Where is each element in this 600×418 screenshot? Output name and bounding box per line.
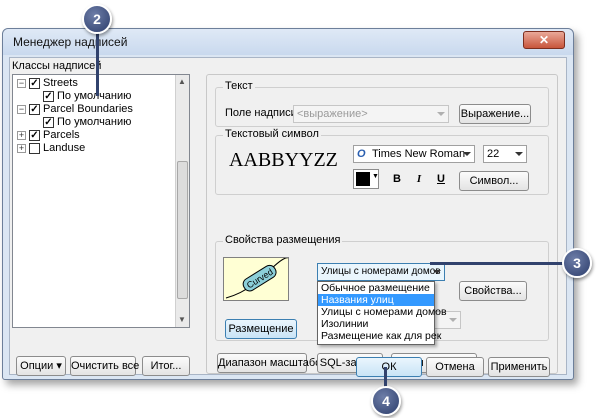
text-group-title: Текст bbox=[223, 80, 255, 92]
color-swatch bbox=[356, 172, 370, 186]
symbol-preview: AABBYYZZ bbox=[229, 149, 338, 171]
font-combo[interactable]: O Times New Roman bbox=[353, 145, 475, 163]
parcels-checkbox[interactable]: ✓ bbox=[29, 130, 40, 141]
tree-item-streets[interactable]: Streets bbox=[43, 77, 78, 89]
label-classes-tree[interactable]: − ✓ Streets ✓ По умолчанию − ✓ Parcel Bo… bbox=[12, 74, 190, 328]
tree-item-parcel-boundaries[interactable]: Parcel Boundaries bbox=[43, 103, 133, 115]
chevron-down-icon: ▼ bbox=[372, 173, 379, 180]
curved-line-icon: Curved bbox=[225, 257, 291, 299]
tree-item-parcel-boundaries-default[interactable]: По умолчанию bbox=[57, 116, 131, 128]
placement-style-combo[interactable]: Улицы с номерами домов bbox=[317, 263, 445, 281]
placement-properties-title: Свойства размещения bbox=[223, 234, 343, 246]
chevron-down-icon bbox=[437, 112, 445, 116]
options-button[interactable]: Опции ▾ bbox=[16, 356, 66, 376]
placement-button[interactable]: Размещение bbox=[225, 319, 297, 339]
apply-button[interactable]: Применить bbox=[488, 357, 550, 377]
label-manager-window: Менеджер надписей ✕ Классы надписей − ✓ … bbox=[2, 28, 574, 380]
close-button[interactable]: ✕ bbox=[523, 31, 565, 49]
expand-icon[interactable]: + bbox=[17, 131, 26, 140]
scrollbar-thumb[interactable] bbox=[177, 161, 188, 299]
tree-scrollbar[interactable]: ▲ ▼ bbox=[175, 75, 189, 327]
collapse-icon[interactable]: − bbox=[17, 105, 26, 114]
landuse-checkbox[interactable] bbox=[29, 143, 40, 154]
window-title: Менеджер надписей bbox=[13, 35, 128, 49]
chevron-down-icon bbox=[515, 152, 523, 156]
label-field-caption: Поле надписи: bbox=[225, 107, 300, 119]
expression-button[interactable]: Выражение... bbox=[459, 104, 531, 124]
summary-button[interactable]: Итог... bbox=[142, 356, 190, 376]
tree-item-streets-default[interactable]: По умолчанию bbox=[57, 90, 131, 102]
symbol-button[interactable]: Символ... bbox=[459, 171, 529, 191]
bold-button[interactable]: B bbox=[387, 169, 407, 189]
dropdown-option-street-addresses[interactable]: Улицы с номерами домов bbox=[318, 306, 447, 318]
streets-default-checkbox[interactable]: ✓ bbox=[43, 91, 54, 102]
label-classes-caption: Классы надписей bbox=[12, 60, 102, 72]
callout-badge: 4 bbox=[371, 386, 401, 416]
close-icon: ✕ bbox=[538, 33, 550, 47]
callout-line bbox=[430, 262, 570, 265]
dropdown-option-regular[interactable]: Обычное размещение bbox=[318, 282, 434, 294]
parcel-boundaries-default-checkbox[interactable]: ✓ bbox=[43, 117, 54, 128]
chevron-down-icon: ▾ bbox=[56, 360, 62, 372]
chevron-down-icon bbox=[463, 152, 471, 156]
font-type-icon: O bbox=[357, 148, 366, 160]
text-symbol-group-title: Текстовый символ bbox=[223, 128, 321, 140]
scroll-down-icon[interactable]: ▼ bbox=[178, 315, 186, 324]
title-bar[interactable]: Менеджер надписей ✕ bbox=[3, 29, 573, 55]
dropdown-option-contours[interactable]: Изолинии bbox=[318, 318, 434, 330]
scroll-up-icon[interactable]: ▲ bbox=[178, 77, 186, 86]
underline-button[interactable]: U bbox=[431, 169, 451, 189]
expand-icon[interactable]: + bbox=[17, 144, 26, 153]
callout-badge: 2 bbox=[82, 4, 112, 34]
tree-item-landuse[interactable]: Landuse bbox=[43, 142, 85, 154]
label-field-value: <выражение> bbox=[297, 108, 368, 120]
options-label: Опции bbox=[20, 360, 54, 372]
dropdown-option-street-names[interactable]: Названия улиц bbox=[318, 294, 434, 306]
collapse-icon[interactable]: − bbox=[17, 79, 26, 88]
parcel-boundaries-checkbox[interactable]: ✓ bbox=[29, 104, 40, 115]
properties-button[interactable]: Свойства... bbox=[459, 281, 527, 301]
italic-button[interactable]: I bbox=[409, 169, 429, 189]
clear-all-button[interactable]: Очистить все bbox=[70, 356, 139, 376]
dropdown-option-river-placement[interactable]: Размещение как для рек bbox=[318, 330, 441, 342]
placement-preview: Curved bbox=[223, 257, 291, 301]
ok-button[interactable]: ОК bbox=[356, 357, 422, 377]
cancel-button[interactable]: Отмена bbox=[426, 357, 484, 377]
chevron-down-icon bbox=[433, 270, 441, 274]
font-value: Times New Roman bbox=[372, 148, 466, 160]
label-field-combo: <выражение> bbox=[293, 105, 449, 123]
callout-badge: 3 bbox=[562, 248, 592, 278]
placement-style-dropdown[interactable]: Обычное размещение Названия улиц Улицы с… bbox=[317, 281, 447, 345]
streets-checkbox[interactable]: ✓ bbox=[29, 78, 40, 89]
dialog-client-area: Классы надписей − ✓ Streets ✓ По умолчан… bbox=[9, 57, 567, 376]
label-class-properties-panel: Текст Поле надписи: <выражение> Выражени… bbox=[206, 74, 558, 374]
color-button[interactable]: ▼ bbox=[353, 169, 379, 189]
font-size-value: 22 bbox=[487, 148, 500, 160]
scale-range-button[interactable]: Диапазон масштабов bbox=[217, 353, 327, 373]
tree-item-parcels[interactable]: Parcels bbox=[43, 129, 80, 141]
font-size-combo[interactable]: 22 bbox=[483, 145, 527, 163]
chevron-down-icon bbox=[449, 318, 457, 322]
placement-style-value: Улицы с номерами домов bbox=[321, 266, 441, 277]
